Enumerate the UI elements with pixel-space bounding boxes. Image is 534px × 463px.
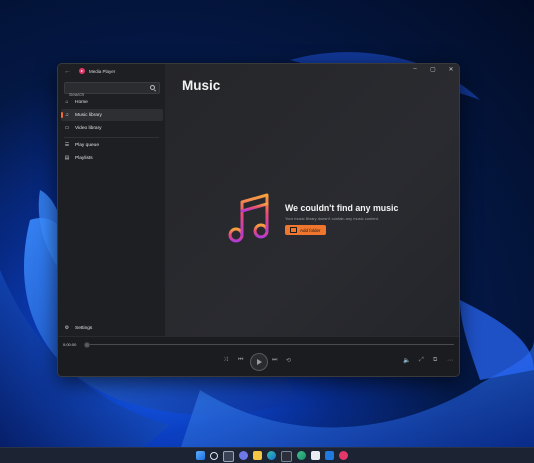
- home-icon: ⌂: [65, 99, 69, 105]
- sidebar-item-label: Playlists: [75, 155, 93, 161]
- more-options-icon[interactable]: ⋯: [447, 357, 453, 364]
- seek-bar[interactable]: [86, 344, 454, 345]
- sidebar-item-music-library[interactable]: ♫ Music library: [61, 109, 163, 121]
- sidebar-item-play-queue[interactable]: ☰ Play queue: [61, 139, 163, 151]
- back-arrow-icon[interactable]: ←: [64, 68, 71, 75]
- sidebar-item-label: Music library: [75, 112, 102, 118]
- search-box[interactable]: [64, 82, 160, 101]
- photos-icon[interactable]: [325, 451, 334, 460]
- store-icon[interactable]: [281, 451, 292, 462]
- minimize-button[interactable]: –: [411, 66, 419, 73]
- empty-state-title: We couldn't find any music: [285, 203, 399, 213]
- play-button[interactable]: [250, 353, 268, 371]
- shuffle-icon[interactable]: ⤨: [223, 357, 228, 364]
- page-title: Music: [182, 78, 221, 93]
- media-player-logo-icon: [79, 68, 85, 74]
- chat-icon[interactable]: [239, 451, 248, 460]
- seek-thumb[interactable]: [84, 342, 90, 348]
- queue-icon: ☰: [64, 142, 70, 148]
- edge-icon[interactable]: [267, 451, 276, 460]
- search-icon[interactable]: [150, 85, 155, 90]
- music-note-illustration-icon: [228, 193, 269, 243]
- windows-start-icon[interactable]: [196, 451, 205, 460]
- fullscreen-icon[interactable]: ⤢: [419, 357, 424, 364]
- empty-state-subtitle: Your music library doesn't contain any m…: [285, 216, 379, 221]
- elapsed-time: 0:00:00: [63, 342, 77, 347]
- mail-icon[interactable]: [311, 451, 320, 460]
- gear-icon: ⚙: [64, 325, 70, 331]
- window-controls: – ▢ ✕: [411, 66, 455, 73]
- media-player-icon[interactable]: [339, 451, 348, 460]
- sidebar-item-video-library[interactable]: ▭ Video library: [61, 122, 163, 134]
- folder-add-icon: [290, 227, 297, 233]
- sidebar-item-label: Video library: [75, 125, 102, 131]
- mini-player-icon[interactable]: ⧉: [433, 357, 437, 364]
- title-bar: ← Media Player: [58, 64, 165, 78]
- file-explorer-icon[interactable]: [253, 451, 262, 460]
- main-content: – ▢ ✕ Music We couldn't find any music Y…: [165, 64, 459, 336]
- playlist-icon: ▤: [64, 155, 70, 161]
- sidebar-item-settings[interactable]: ⚙ Settings: [61, 322, 163, 334]
- add-folder-label: Add folder: [300, 227, 321, 233]
- taskbar: [0, 447, 534, 463]
- video-icon: ▭: [64, 125, 70, 131]
- add-folder-button[interactable]: Add folder: [285, 225, 326, 235]
- play-icon: [257, 359, 263, 365]
- edge-beta-icon[interactable]: [297, 451, 306, 460]
- sidebar-item-label: Play queue: [75, 142, 100, 148]
- sidebar-item-home[interactable]: ⌂ Home: [61, 96, 163, 108]
- task-view-icon[interactable]: [223, 451, 234, 462]
- sidebar-item-label: Settings: [75, 325, 93, 331]
- sidebar-divider: [64, 137, 159, 138]
- maximize-button[interactable]: ▢: [429, 66, 437, 73]
- close-button[interactable]: ✕: [447, 66, 455, 73]
- search-icon[interactable]: [210, 452, 218, 460]
- media-player-window: ← Media Player ⌂ Home ♫ Music library ▭ …: [57, 63, 460, 377]
- app-title: Media Player: [89, 68, 116, 74]
- next-icon[interactable]: ⏭: [272, 357, 277, 364]
- sidebar-item-playlists[interactable]: ▤ Playlists: [61, 152, 163, 164]
- taskbar-icons: [196, 451, 348, 462]
- sidebar: ← Media Player ⌂ Home ♫ Music library ▭ …: [58, 64, 165, 336]
- sidebar-item-label: Home: [75, 99, 88, 105]
- music-note-icon: ♫: [65, 112, 69, 118]
- previous-icon[interactable]: ⏮: [238, 357, 243, 364]
- player-bar: 0:00:00 ⤨ ⏮ ⏭ ⟲ 🔈 ⤢ ⧉ ⋯: [58, 336, 459, 376]
- repeat-icon[interactable]: ⟲: [286, 357, 291, 364]
- volume-icon[interactable]: 🔈: [403, 357, 410, 364]
